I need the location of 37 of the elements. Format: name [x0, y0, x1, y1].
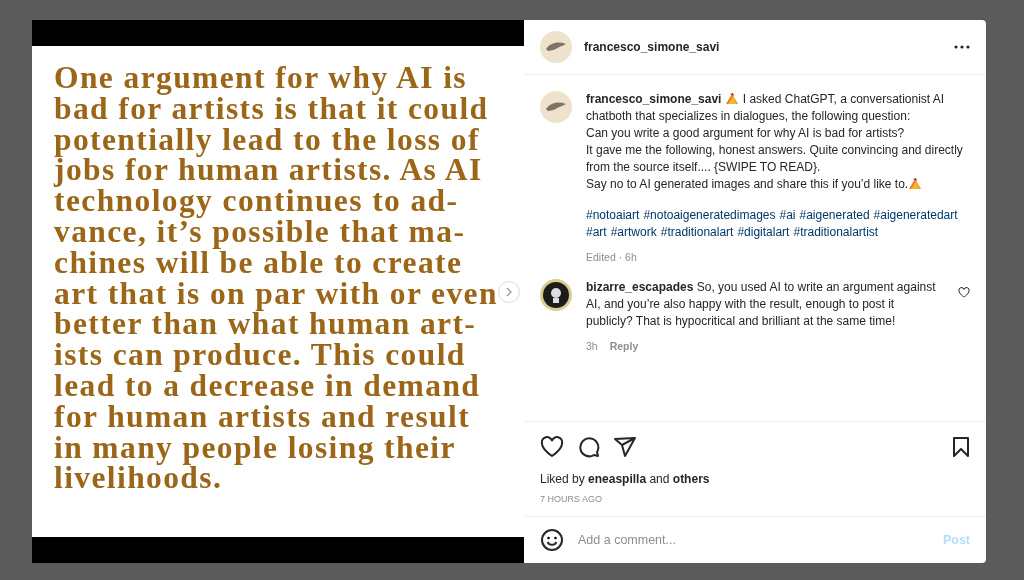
chevron-icon	[505, 287, 513, 297]
username[interactable]: francesco_simone_savi	[586, 92, 722, 106]
bookmark-icon[interactable]	[952, 436, 970, 458]
username[interactable]: francesco_simone_savi	[584, 40, 720, 54]
hashtag-link[interactable]: #notoaiart	[586, 207, 640, 224]
likes-label: Liked by	[540, 472, 585, 486]
liker-link[interactable]: eneaspilla	[588, 472, 647, 486]
hashtag-link[interactable]: #notoaigeneratedimages	[643, 207, 776, 224]
username[interactable]: bizarre_escapades	[586, 280, 694, 294]
comment-text: bizarre_escapades So, you used AI to write an argument against AI, and you’re also happy with the result, enough to post it publicly? That is hypocritical and brilliant at the same time!	[586, 279, 937, 330]
image-text-line: ists can produce. This could	[54, 340, 466, 371]
emoji-icon[interactable]	[540, 528, 564, 552]
hashtag-link[interactable]: #aigenerated	[799, 207, 870, 224]
heart-icon[interactable]	[958, 287, 970, 298]
share-icon[interactable]	[614, 436, 636, 458]
image-text-line: One argument for why AI is	[54, 63, 467, 94]
others-link[interactable]: others	[672, 472, 710, 486]
hashtag-link[interactable]: #traditionalartist	[793, 224, 879, 241]
hashtag-link[interactable]: #digitalart	[737, 224, 790, 241]
image-text-line: technology continues to ad-	[54, 186, 459, 217]
comment-icon[interactable]	[578, 436, 600, 458]
avatar-icon[interactable]	[540, 279, 572, 311]
hashtag-link[interactable]: #artwork	[610, 224, 657, 241]
caption-text: francesco_simone_savi I asked ChatGPT, a conversationist AI chatboth that specializes in dialogues, the following question: Can you write a good argument for why AI is bad for artists? It gave me the following, honest answers. Quite convincing and directly from the source itself.... {SWIPE TO READ}. Say no to AI generated images and share this if you’d like to.	[586, 91, 964, 193]
hashtag-link[interactable]: #aigeneratedart	[873, 207, 958, 224]
image-text-line: potentially lead to the loss of	[54, 124, 480, 156]
hashtag-link[interactable]: #art	[586, 224, 607, 241]
edited-time: Edited · 6h	[586, 251, 638, 263]
more-options-icon[interactable]	[954, 45, 970, 49]
image-text-line: for human artists and result	[54, 401, 471, 433]
post-timestamp: 7 HOURS AGO	[540, 494, 603, 504]
comment-time: 3h	[586, 340, 598, 352]
image-text-line: vance, it’s possible that ma-	[54, 217, 466, 248]
hashtag-link[interactable]: #ai	[779, 207, 796, 224]
heart-icon[interactable]	[540, 436, 564, 458]
likes-label: and	[649, 472, 670, 486]
hashtag-link[interactable]: #traditionalart	[660, 224, 734, 241]
